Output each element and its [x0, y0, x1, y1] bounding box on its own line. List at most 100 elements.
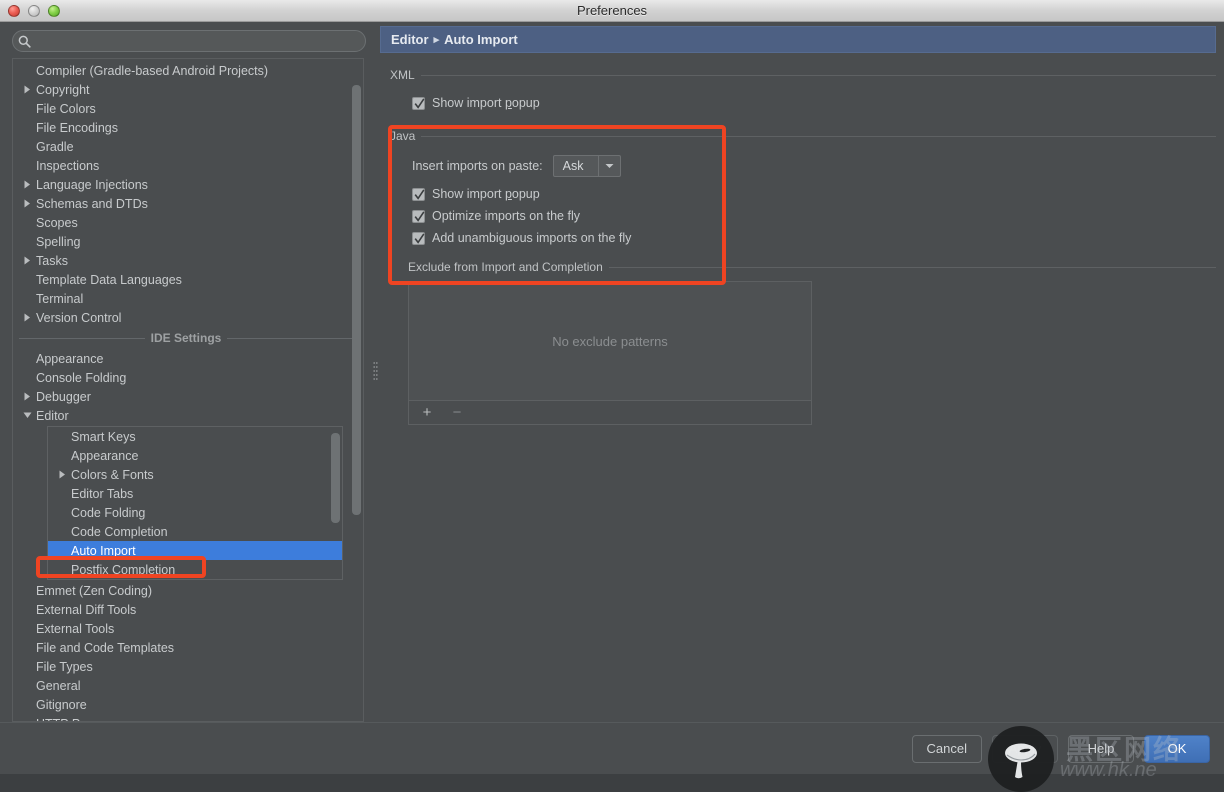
window-titlebar: Preferences: [0, 0, 1224, 22]
optimize-imports-on-the-fly-row[interactable]: Optimize imports on the fly: [412, 205, 1216, 227]
help-button[interactable]: Help: [1068, 735, 1134, 763]
sidebar-item-gitignore[interactable]: Gitignore: [13, 695, 363, 714]
exclude-group-title: Exclude from Import and Completion: [408, 260, 603, 274]
search-box[interactable]: [12, 30, 366, 52]
sidebar-item-file-encodings[interactable]: File Encodings: [13, 118, 363, 137]
sidebar-item-editor-appearance[interactable]: Appearance: [48, 446, 342, 465]
optimize-imports-on-the-fly-label: Optimize imports on the fly: [432, 209, 580, 223]
optimize-imports-on-the-fly-checkbox[interactable]: [412, 210, 425, 223]
tree-item-label: Copyright: [35, 83, 90, 97]
tree-item-label: Auto Import: [70, 544, 136, 558]
remove-pattern-button[interactable]: −: [450, 406, 464, 420]
java-group-header: Java: [380, 128, 1216, 144]
tree-item-label: Gitignore: [35, 698, 87, 712]
sidebar-item-file-types[interactable]: File Types: [13, 657, 363, 676]
chevron-right-icon[interactable]: [19, 85, 35, 94]
apply-button[interactable]: Apply: [992, 735, 1058, 763]
tree-item-label: Tasks: [35, 254, 68, 268]
chevron-right-icon[interactable]: [19, 392, 35, 401]
group-divider: [421, 75, 1216, 76]
tree-item-label: File Encodings: [35, 121, 118, 135]
sidebar-item-template-data-languages[interactable]: Template Data Languages: [13, 270, 363, 289]
splitter-grip-icon: [373, 361, 378, 383]
insert-imports-on-paste-label: Insert imports on paste:: [412, 159, 543, 173]
sidebar-item-emmet-zen-coding[interactable]: Emmet (Zen Coding): [13, 581, 363, 600]
breadcrumb: Editor ▸ Auto Import: [380, 26, 1216, 53]
chevron-down-icon[interactable]: [598, 156, 620, 176]
sidebar-item-editor-code-folding[interactable]: Code Folding: [48, 503, 342, 522]
chevron-right-icon[interactable]: [19, 256, 35, 265]
java-show-import-popup-checkbox[interactable]: [412, 188, 425, 201]
xml-group: XML Show import popup: [380, 67, 1216, 116]
add-unambiguous-imports-row[interactable]: Add unambiguous imports on the fly: [412, 227, 1216, 249]
sidebar-item-editor-colors-fonts[interactable]: Colors & Fonts: [48, 465, 342, 484]
tree-item-label: Inspections: [35, 159, 99, 173]
insert-imports-on-paste-select[interactable]: Ask: [553, 155, 621, 177]
sidebar-item-editor-editor-tabs[interactable]: Editor Tabs: [48, 484, 342, 503]
sidebar-item-gradle[interactable]: Gradle: [13, 137, 363, 156]
sidebar-item-external-diff-tools[interactable]: External Diff Tools: [13, 600, 363, 619]
tree-item-label: Gradle: [35, 140, 74, 154]
exclude-list-toolbar: + −: [408, 401, 812, 425]
sidebar-item-schemas-and-dtds[interactable]: Schemas and DTDs: [13, 194, 363, 213]
editor-subtree-scrollbar-thumb[interactable]: [331, 433, 340, 523]
exclude-patterns-list[interactable]: No exclude patterns: [408, 281, 812, 401]
cancel-button[interactable]: Cancel: [912, 735, 982, 763]
chevron-right-icon[interactable]: [19, 180, 35, 189]
sidebar-item-file-and-code-templates[interactable]: File and Code Templates: [13, 638, 363, 657]
sidebar-item-editor-code-completion[interactable]: Code Completion: [48, 522, 342, 541]
editor-subtree-scrollbar[interactable]: [331, 429, 340, 577]
sidebar-item-inspections[interactable]: Inspections: [13, 156, 363, 175]
exclude-group-header: Exclude from Import and Completion: [380, 259, 1216, 275]
group-divider: [421, 136, 1216, 137]
sidebar-item-editor-auto-import[interactable]: Auto Import: [48, 541, 342, 560]
chevron-right-icon[interactable]: [19, 199, 35, 208]
sidebar-item-version-control[interactable]: Version Control: [13, 308, 363, 327]
xml-group-title: XML: [390, 68, 415, 82]
settings-tree: Compiler (Gradle-based Android Projects)…: [13, 59, 363, 721]
sidebar-scrollbar-thumb[interactable]: [352, 85, 361, 515]
sidebar-item-copyright[interactable]: Copyright: [13, 80, 363, 99]
tree-item-label: External Diff Tools: [35, 603, 136, 617]
chevron-right-icon[interactable]: [54, 470, 70, 479]
window-title: Preferences: [0, 3, 1224, 18]
sidebar-item-debugger[interactable]: Debugger: [13, 387, 363, 406]
xml-show-import-popup-checkbox[interactable]: [412, 97, 425, 110]
sidebar-item-spelling[interactable]: Spelling: [13, 232, 363, 251]
xml-show-import-popup-row[interactable]: Show import popup: [412, 92, 1216, 114]
breadcrumb-parent[interactable]: Editor: [391, 32, 429, 47]
sidebar-item-console-folding[interactable]: Console Folding: [13, 368, 363, 387]
java-group: Java Insert imports on paste: Ask: [380, 128, 1216, 251]
chevron-right-icon[interactable]: [19, 313, 35, 322]
sidebar-item-tasks[interactable]: Tasks: [13, 251, 363, 270]
sidebar-item-language-injections[interactable]: Language Injections: [13, 175, 363, 194]
sidebar-item-file-colors[interactable]: File Colors: [13, 99, 363, 118]
settings-sidebar: Compiler (Gradle-based Android Projects)…: [0, 22, 376, 722]
search-input[interactable]: [35, 34, 365, 48]
settings-tree-scroll[interactable]: Compiler (Gradle-based Android Projects)…: [13, 59, 363, 721]
add-pattern-button[interactable]: +: [420, 406, 434, 420]
sidebar-item-compiler-gradle-based-android-projects[interactable]: Compiler (Gradle-based Android Projects): [13, 61, 363, 80]
xml-group-body: Show import popup: [380, 83, 1216, 116]
sidebar-item-editor-smart-keys[interactable]: Smart Keys: [48, 427, 342, 446]
sidebar-item-http-proxy[interactable]: HTTP Proxy: [13, 714, 363, 721]
sidebar-item-scopes[interactable]: Scopes: [13, 213, 363, 232]
chevron-right-icon: ▸: [434, 33, 440, 46]
insert-imports-on-paste-row: Insert imports on paste: Ask: [412, 153, 1216, 179]
tree-item-label: Debugger: [35, 390, 91, 404]
panel-splitter[interactable]: [371, 22, 380, 722]
sidebar-item-editor[interactable]: Editor: [13, 406, 363, 425]
tree-item-label: Editor Tabs: [70, 487, 133, 501]
java-show-import-popup-row[interactable]: Show import popup: [412, 183, 1216, 205]
sidebar-item-editor-postfix-completion[interactable]: Postfix Completion: [48, 560, 342, 579]
sidebar-item-terminal[interactable]: Terminal: [13, 289, 363, 308]
add-unambiguous-imports-checkbox[interactable]: [412, 232, 425, 245]
chevron-down-icon[interactable]: [19, 411, 35, 420]
java-show-import-popup-label: Show import popup: [432, 187, 540, 201]
xml-show-import-popup-label: Show import popup: [432, 96, 540, 110]
sidebar-item-external-tools[interactable]: External Tools: [13, 619, 363, 638]
ok-button[interactable]: OK: [1144, 735, 1210, 763]
sidebar-scrollbar[interactable]: [352, 61, 361, 719]
sidebar-item-general[interactable]: General: [13, 676, 363, 695]
sidebar-item-appearance[interactable]: Appearance: [13, 349, 363, 368]
